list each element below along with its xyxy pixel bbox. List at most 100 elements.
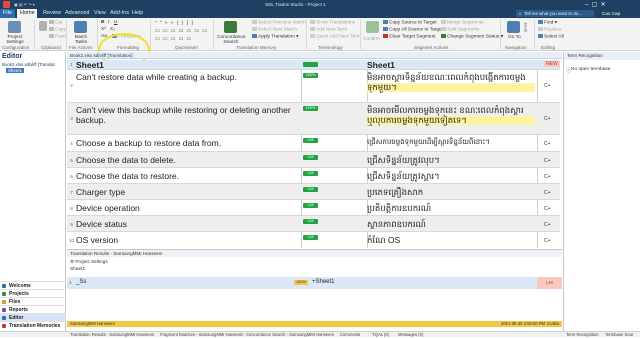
source-text[interactable]: Charger type xyxy=(76,187,301,197)
segment-row[interactable]: 6 Choose the data to restore. CM ជ្រើសទិ… xyxy=(67,168,560,184)
concordance-search-icon[interactable] xyxy=(224,21,237,33)
strikethrough-button[interactable]: X² xyxy=(101,27,106,32)
target-text[interactable]: ស្ថានភាពឧបករណ៍ xyxy=(367,219,535,229)
status-tab-comments[interactable]: Comments xyxy=(340,332,360,338)
segment-row[interactable]: 9 Device status CM ស្ថានភាពឧបករណ៍ C+ xyxy=(67,216,560,232)
tab-review[interactable]: Review xyxy=(40,9,64,18)
nav-reports[interactable]: Reports xyxy=(0,305,66,313)
select-previous-match-button[interactable]: Select Previous Match xyxy=(252,20,306,25)
document-tab[interactable]: Book2.xlsx.sdlxliff [Translation] xyxy=(67,52,562,59)
tell-me-box[interactable]: ☼ Tell me what you want to do... xyxy=(516,10,594,17)
batch-tasks-icon[interactable] xyxy=(74,21,87,33)
source-text[interactable]: Can't restore data while creating a back… xyxy=(76,72,301,82)
paste-icon[interactable] xyxy=(39,21,47,31)
status-badge: 100% xyxy=(303,73,318,78)
split-segments-button[interactable]: Split Segments xyxy=(441,27,479,32)
project-settings-link[interactable]: ⚙ Project Settings xyxy=(67,258,562,265)
user-name[interactable]: Cao Cap xyxy=(602,10,620,17)
result-row[interactable]: 1 _Ss 100% +Sheet1 LM xyxy=(67,277,562,289)
source-text[interactable]: Choose the data to delete. xyxy=(76,155,301,165)
tab-advanced[interactable]: Advanced xyxy=(62,9,92,18)
status-tab-fragments[interactable]: Fragment Matches - SamsungMMI Hanseem xyxy=(160,332,244,338)
goto-icon[interactable] xyxy=(507,21,520,33)
project-settings-icon[interactable] xyxy=(8,21,21,33)
replace-button[interactable]: Replace xyxy=(538,27,562,32)
segment-row[interactable]: 1 Sheet1 Sheet1 NEW xyxy=(67,60,560,70)
status-tab-concordance[interactable]: Concordance Search - SamsungMMI Hanseem xyxy=(246,332,334,338)
target-text[interactable]: ជ្រើសទិន្នន័យត្រូវលុប។ xyxy=(367,155,535,165)
project-settings-button[interactable]: Project Settings xyxy=(3,35,27,45)
concordance-search-button[interactable]: Concordance Search xyxy=(217,35,246,45)
segment-row[interactable]: 8 Device operation CM ប្រតិបត្តិការឧបករណ… xyxy=(67,200,560,216)
select-all-button[interactable]: Select All xyxy=(538,34,564,39)
apply-translation-button[interactable]: Apply Translation ▾ xyxy=(252,34,299,39)
add-new-term-button[interactable]: Add New Term xyxy=(310,27,347,32)
nav-projects[interactable]: Projects xyxy=(0,289,66,297)
target-text[interactable]: កំណែ OS xyxy=(367,235,535,245)
up-arrow-icon xyxy=(252,20,257,24)
target-text[interactable]: ប្រភេទគ្រឿងសាក xyxy=(367,187,535,197)
segment-row[interactable]: 10 OS version CM កំណែ OS C+ xyxy=(67,232,560,248)
source-text[interactable]: Can't view this backup while restoring o… xyxy=(76,105,301,125)
underline-button[interactable]: U xyxy=(114,20,117,25)
status-tab-term-recognition[interactable]: Term Recognition xyxy=(566,332,599,338)
status-tab-tqa[interactable]: TQAs (0) xyxy=(372,332,389,338)
status-tab-messages[interactable]: Messages (0) xyxy=(398,332,423,338)
nav-files[interactable]: Files xyxy=(0,297,66,305)
bold-button[interactable]: B xyxy=(101,20,104,25)
file-tree-item[interactable]: Book2.xlsx.sdlxliff [Translat xyxy=(2,62,65,67)
show-translations-button[interactable]: Show Translations xyxy=(310,20,355,25)
group-segment-actions: Segment Actions xyxy=(414,45,449,50)
find-button[interactable]: Find ▾ xyxy=(538,20,557,25)
copy-source-to-target-button[interactable]: Copy Source to Target xyxy=(383,20,437,25)
batch-tasks-button[interactable]: Batch Tasks xyxy=(70,35,92,45)
clear-target-segment-button[interactable]: Clear Target Segment xyxy=(383,34,436,39)
quickinsert-row-3[interactable]: ▭ ▭ ▭ ▭ ▭ xyxy=(155,37,192,42)
confirm-icon[interactable] xyxy=(366,21,379,33)
file-tree-sheet[interactable]: Sheet1 xyxy=(6,68,24,73)
target-text[interactable]: ជ្រើសការចម្លងទុកមួយដើម្បីស្ដារទិន្នន័យពី… xyxy=(367,138,535,148)
status-tab-results[interactable]: Translation Results - SamsungMMI Hanseem xyxy=(70,332,154,338)
navigation-arrows[interactable]: ⇧ ⇩ xyxy=(523,23,528,34)
copy-button[interactable]: Copy xyxy=(49,27,66,32)
segment-row[interactable]: 2 Can't restore data while creating a ba… xyxy=(67,70,560,103)
quickinsert-row-2[interactable]: ▭ ▭ ▭ ▭ ▭ ▭ ▭ xyxy=(155,29,208,34)
source-text[interactable]: Device status xyxy=(76,219,301,229)
source-text[interactable]: Device operation xyxy=(76,203,301,213)
target-text[interactable]: មិនអាចស្ដារទិន្នន័យខណៈពេលកំពុងបង្កើតការច… xyxy=(367,72,535,92)
target-text[interactable]: ជ្រើសទិន្នន័យត្រូវស្ដារ។ xyxy=(367,171,535,181)
row-number: 3 xyxy=(70,116,73,121)
segment-row[interactable]: 4 Choose a backup to restore data from. … xyxy=(67,135,560,152)
paste-button[interactable]: Paste xyxy=(49,34,67,39)
change-segment-status-button[interactable]: Change Segment Status ▾ xyxy=(441,34,503,39)
target-text[interactable]: ប្រតិបត្តិការឧបករណ៍ xyxy=(367,203,535,213)
tab-home[interactable]: Home xyxy=(17,9,37,18)
subscript-button[interactable]: X₂ xyxy=(110,27,115,32)
copy-all-source-button[interactable]: Copy All Source to Target xyxy=(383,27,443,32)
nav-editor[interactable]: Editor xyxy=(0,313,66,321)
segment-row[interactable]: 5 Choose the data to delete. CM ជ្រើសទិន… xyxy=(67,152,560,168)
quick-access-toolbar[interactable]: ▣ ▤ ↶ ↷ ▾ xyxy=(14,2,35,7)
window-controls[interactable]: – ▢ ✕ xyxy=(585,1,606,8)
status-tab-termbase-search[interactable]: Termbase Sear xyxy=(605,332,633,338)
select-next-match-button[interactable]: Select Next Match xyxy=(252,27,297,32)
italic-button[interactable]: I xyxy=(108,20,109,25)
quick-add-new-term-button[interactable]: Quick Add New Term xyxy=(310,34,361,39)
tab-file[interactable]: File xyxy=(0,9,15,18)
merge-segments-button[interactable]: Merge Segments xyxy=(441,20,484,25)
cut-button[interactable]: Cut xyxy=(49,20,62,25)
quickinsert-row-1[interactable]: “ ” « » ( ) [ ] xyxy=(155,21,194,26)
segment-row[interactable]: 7 Charger type CM ប្រភេទគ្រឿងសាក C+ xyxy=(67,184,560,200)
nav-translation-memories[interactable]: Translation Memories xyxy=(0,321,66,329)
tab-help[interactable]: Help xyxy=(129,9,146,18)
goto-button[interactable]: Go To xyxy=(508,35,521,40)
source-text[interactable]: Choose the data to restore. xyxy=(76,171,301,181)
confirm-button[interactable]: Confirm xyxy=(363,37,380,42)
source-text[interactable]: Sheet1 xyxy=(76,60,301,70)
target-text[interactable]: Sheet1 xyxy=(367,60,535,70)
source-text[interactable]: Choose a backup to restore data from. xyxy=(76,138,301,148)
source-text[interactable]: OS version xyxy=(76,235,301,245)
nav-welcome[interactable]: Welcome xyxy=(0,281,66,289)
target-text[interactable]: មិនអាចមើលការចម្លងទុកនេះ ខណៈពេលកំពុងស្ដារ… xyxy=(367,105,535,125)
segment-row[interactable]: 3 Can't view this backup while restoring… xyxy=(67,103,560,135)
